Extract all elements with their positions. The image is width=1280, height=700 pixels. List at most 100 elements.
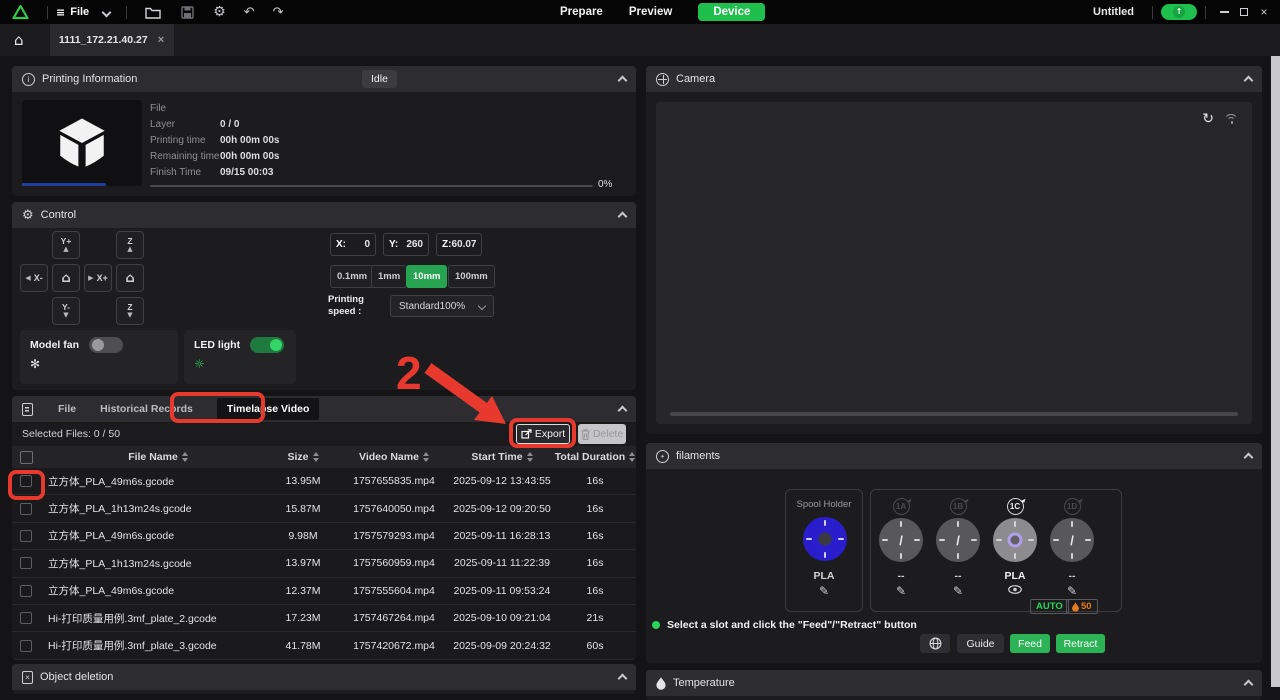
network-globe-button[interactable] [920, 634, 950, 653]
led-light-toggle[interactable] [250, 337, 284, 353]
collapse-chevron-icon[interactable] [1244, 453, 1254, 463]
open-folder-icon[interactable] [145, 6, 161, 19]
model-fan-toggle[interactable] [89, 337, 123, 353]
collapse-chevron-icon[interactable] [1244, 680, 1254, 690]
jog-x-plus-button[interactable]: ▶X+ [84, 264, 112, 292]
column-size[interactable]: Size [268, 451, 338, 463]
table-row[interactable]: Hi-打印质量用例.3mf_plate_2.gcode17.23M 175746… [12, 605, 636, 632]
filament-slot-1d[interactable]: 1D / -- ✎ [1046, 490, 1098, 611]
jog-z-up-button[interactable]: Z▲ [116, 231, 144, 259]
filament-slot-1b[interactable]: 1B / -- ✎ [932, 490, 984, 611]
field-label: Printing time [150, 135, 220, 146]
filament-slot-1a[interactable]: 1A / -- ✎ [875, 490, 927, 611]
edit-pencil-icon[interactable]: ✎ [1046, 585, 1098, 597]
redo-icon[interactable]: ↷ [273, 6, 284, 19]
cloud-upload-button[interactable]: ↑ [1161, 4, 1197, 20]
guide-button[interactable]: Guide [957, 634, 1004, 653]
export-button[interactable]: Export [516, 424, 570, 444]
close-button[interactable]: × [1254, 2, 1274, 22]
tab-historical-records[interactable]: Historical Records [100, 403, 193, 415]
maximize-button[interactable] [1234, 2, 1254, 22]
file-menu-chevron-icon[interactable] [102, 7, 112, 17]
mode-prepare[interactable]: Prepare [560, 6, 603, 18]
delete-button[interactable]: Delete [578, 424, 626, 444]
settings-gear-icon[interactable]: ⚙ [213, 5, 226, 19]
tab-close-icon[interactable]: × [158, 34, 164, 46]
collapse-chevron-icon[interactable] [618, 406, 628, 416]
row-checkbox[interactable] [20, 475, 32, 487]
row-checkbox[interactable] [20, 503, 32, 515]
jog-y-plus-button[interactable]: Y+▲ [52, 231, 80, 259]
jog-z-down-button[interactable]: Z▼ [116, 297, 144, 325]
table-row[interactable]: Hi-打印质量用例.3mf_plate_3.gcode41.78M 175742… [12, 632, 636, 659]
x-position-input[interactable]: X:0 [330, 233, 376, 256]
refresh-icon[interactable]: ↻ [1202, 112, 1214, 126]
camera-scrollbar[interactable] [670, 412, 1238, 416]
table-row[interactable]: 立方体_PLA_49m6s.gcode13.95M 1757655835.mp4… [12, 468, 636, 495]
save-icon[interactable] [181, 6, 194, 19]
slot-hint-text: Select a slot and click the "Feed"/"Retr… [667, 619, 917, 631]
collapse-chevron-icon[interactable] [1244, 76, 1254, 86]
temperature-panel: Temperature [646, 670, 1262, 700]
gear-icon: ⚙ [22, 209, 34, 222]
table-row[interactable]: 立方体_PLA_1h13m24s.gcode13.97M 1757560959.… [12, 550, 636, 577]
column-file-name[interactable]: File Name [48, 451, 268, 463]
column-start-time[interactable]: Start Time [450, 451, 554, 463]
tab-timelapse-video[interactable]: Timelapse Video [217, 398, 319, 420]
row-checkbox[interactable] [20, 557, 32, 569]
collapse-chevron-icon[interactable] [618, 76, 628, 86]
row-checkbox[interactable] [20, 585, 32, 597]
edit-pencil-icon[interactable]: ✎ [786, 585, 862, 597]
spool-holder-card[interactable]: Spool Holder PLA ✎ [785, 489, 863, 612]
column-video-name[interactable]: Video Name [338, 451, 450, 463]
collapse-chevron-icon[interactable] [618, 212, 628, 222]
select-all-checkbox[interactable] [20, 451, 33, 464]
table-row[interactable]: 立方体_PLA_49m6s.gcode12.37M 1757555604.mp4… [12, 578, 636, 605]
jog-y-minus-button[interactable]: Y-▼ [52, 297, 80, 325]
undo-icon[interactable]: ↶ [244, 6, 255, 19]
slot-id-badge: 1B [950, 498, 967, 515]
row-checkbox[interactable] [20, 640, 32, 652]
mode-preview[interactable]: Preview [629, 6, 672, 18]
feed-button[interactable]: Feed [1010, 634, 1050, 653]
field-value: 09/15 00:03 [220, 167, 273, 178]
jog-x-minus-button[interactable]: ◀X- [20, 264, 48, 292]
spool-icon: / [936, 518, 980, 562]
status-badge: Idle [362, 70, 397, 88]
jog-home-z-button[interactable]: ⌂ [116, 264, 144, 292]
divider [1152, 6, 1153, 19]
edit-pencil-icon[interactable]: ✎ [932, 585, 984, 597]
filaments-panel: • filaments Spool Holder PLA ✎ 1A / -- ✎… [646, 443, 1262, 663]
device-tab[interactable]: 1111_172.21.40.27 × [50, 24, 174, 56]
table-row[interactable]: 立方体_PLA_49m6s.gcode9.98M 1757579293.mp42… [12, 523, 636, 550]
tab-file[interactable]: File [58, 403, 76, 415]
mode-device[interactable]: Device [698, 3, 765, 21]
led-light-card: LED light ☼ [184, 330, 296, 384]
step-100mm-button[interactable]: 100mm [448, 265, 495, 288]
field-label: Layer [150, 119, 220, 130]
file-menu[interactable]: ≡ File [56, 6, 89, 18]
row-checkbox[interactable] [20, 612, 32, 624]
filament-slot-1c[interactable]: 1C PLA [989, 490, 1041, 611]
y-position-input[interactable]: Y:260 [383, 233, 429, 256]
step-10mm-button[interactable]: 10mm [406, 265, 447, 288]
retract-button[interactable]: Retract [1056, 634, 1105, 653]
step-0.1mm-button[interactable]: 0.1mm [330, 265, 374, 288]
eye-icon[interactable] [989, 585, 1041, 594]
column-total-duration[interactable]: Total Duration [554, 451, 636, 463]
table-row[interactable]: 立方体_PLA_1h13m24s.gcode15.87M 1757640050.… [12, 495, 636, 522]
slot-material: PLA [989, 570, 1041, 582]
step-1mm-button[interactable]: 1mm [371, 265, 407, 288]
printing-speed-dropdown[interactable]: Standard100% [390, 295, 494, 317]
spool-icon [993, 518, 1037, 562]
page-scrollbar[interactable] [1271, 56, 1280, 687]
edit-pencil-icon[interactable]: ✎ [875, 585, 927, 597]
selected-files-count: Selected Files: 0 / 50 [22, 428, 120, 440]
home-icon[interactable]: ⌂ [14, 33, 24, 48]
minimize-button[interactable] [1214, 2, 1234, 22]
collapse-chevron-icon[interactable] [618, 674, 628, 684]
row-checkbox[interactable] [20, 530, 32, 542]
spool-holder-spool[interactable] [803, 517, 847, 561]
z-position-input[interactable]: Z:60.07 [436, 233, 482, 256]
jog-home-xy-button[interactable]: ⌂ [52, 264, 80, 292]
